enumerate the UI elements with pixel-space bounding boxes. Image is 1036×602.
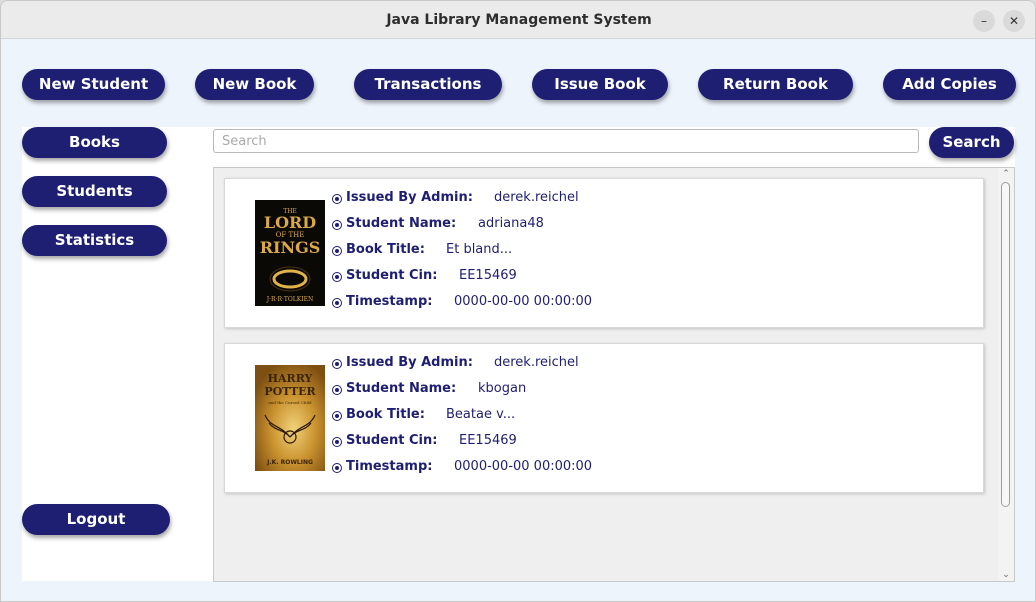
cover-word-rings: RINGS — [260, 238, 321, 257]
transaction-card[interactable]: HARRY POTTER and the Cursed Child J.K. R… — [224, 343, 984, 493]
scroll-up-icon[interactable]: ⌃ — [998, 168, 1014, 180]
issued-by-value: derek.reichel — [494, 190, 579, 205]
cover-word-harry: HARRY — [268, 372, 313, 385]
book-title-value: Beatae v... — [446, 407, 516, 422]
issued-by-label: Issued By Admin: — [346, 190, 473, 205]
return-book-button[interactable]: Return Book — [698, 69, 853, 100]
bullet-icon — [332, 411, 342, 421]
timestamp-label: Timestamp: — [346, 459, 433, 474]
transactions-button[interactable]: Transactions — [354, 69, 502, 100]
add-copies-button[interactable]: Add Copies — [883, 69, 1016, 100]
bullet-icon — [332, 359, 342, 369]
cover-author: J·R·R·TOLKIEN — [266, 296, 314, 303]
book-title-label: Book Title: — [346, 242, 425, 257]
timestamp-label: Timestamp: — [346, 294, 433, 309]
bullet-icon — [332, 385, 342, 395]
new-book-button[interactable]: New Book — [195, 69, 314, 100]
issue-book-button[interactable]: Issue Book — [532, 69, 668, 100]
book-cover-image: HARRY POTTER and the Cursed Child J.K. R… — [255, 365, 325, 471]
logout-button[interactable]: Logout — [22, 504, 170, 535]
cover-word-potter: POTTER — [264, 385, 316, 398]
minimize-button[interactable]: – — [973, 10, 995, 32]
bullet-icon — [332, 272, 342, 282]
student-name-label: Student Name: — [346, 381, 457, 396]
book-title-label: Book Title: — [346, 407, 425, 422]
student-cin-label: Student Cin: — [346, 268, 438, 283]
sidebar-item-students[interactable]: Students — [22, 176, 167, 207]
sidebar-item-statistics[interactable]: Statistics — [22, 225, 167, 256]
issued-by-label: Issued By Admin: — [346, 355, 473, 370]
sidebar-item-books[interactable]: Books — [22, 127, 167, 158]
student-name-label: Student Name: — [346, 216, 457, 231]
timestamp-value: 0000-00-00 00:00:00 — [454, 459, 593, 474]
cover-word-lord: LORD — [264, 213, 316, 232]
close-button[interactable]: ✕ — [1003, 10, 1025, 32]
title-bar: Java Library Management System – ✕ — [1, 1, 1035, 39]
bullet-icon — [332, 437, 342, 447]
scrollbar-thumb[interactable] — [1001, 182, 1010, 507]
bullet-icon — [332, 220, 342, 230]
search-button[interactable]: Search — [929, 127, 1014, 158]
student-name-value: kbogan — [478, 381, 527, 396]
app-window: Java Library Management System – ✕ New S… — [0, 0, 1036, 602]
timestamp-value: 0000-00-00 00:00:00 — [454, 294, 593, 309]
new-student-button[interactable]: New Student — [22, 69, 165, 100]
book-cover-image: THE LORD OF THE RINGS J·R·R·TOLKIEN — [255, 200, 325, 306]
scroll-down-icon[interactable]: ⌄ — [998, 569, 1014, 581]
window-title: Java Library Management System — [386, 12, 652, 28]
student-cin-label: Student Cin: — [346, 433, 438, 448]
issued-by-value: derek.reichel — [494, 355, 579, 370]
bullet-icon — [332, 463, 342, 473]
cover-subtitle: and the Cursed Child — [268, 400, 312, 405]
student-name-value: adriana48 — [478, 216, 544, 231]
search-input[interactable] — [213, 129, 919, 153]
transaction-card[interactable]: THE LORD OF THE RINGS J·R·R·TOLKIEN Issu… — [224, 178, 984, 328]
vertical-scrollbar[interactable]: ⌃ ⌄ — [998, 168, 1014, 581]
bullet-icon — [332, 194, 342, 204]
book-title-value: Et bland... — [446, 242, 513, 257]
bullet-icon — [332, 246, 342, 256]
bullet-icon — [332, 298, 342, 308]
student-cin-value: EE15469 — [459, 433, 517, 448]
cover-author: J.K. ROWLING — [266, 459, 313, 466]
student-cin-value: EE15469 — [459, 268, 517, 283]
